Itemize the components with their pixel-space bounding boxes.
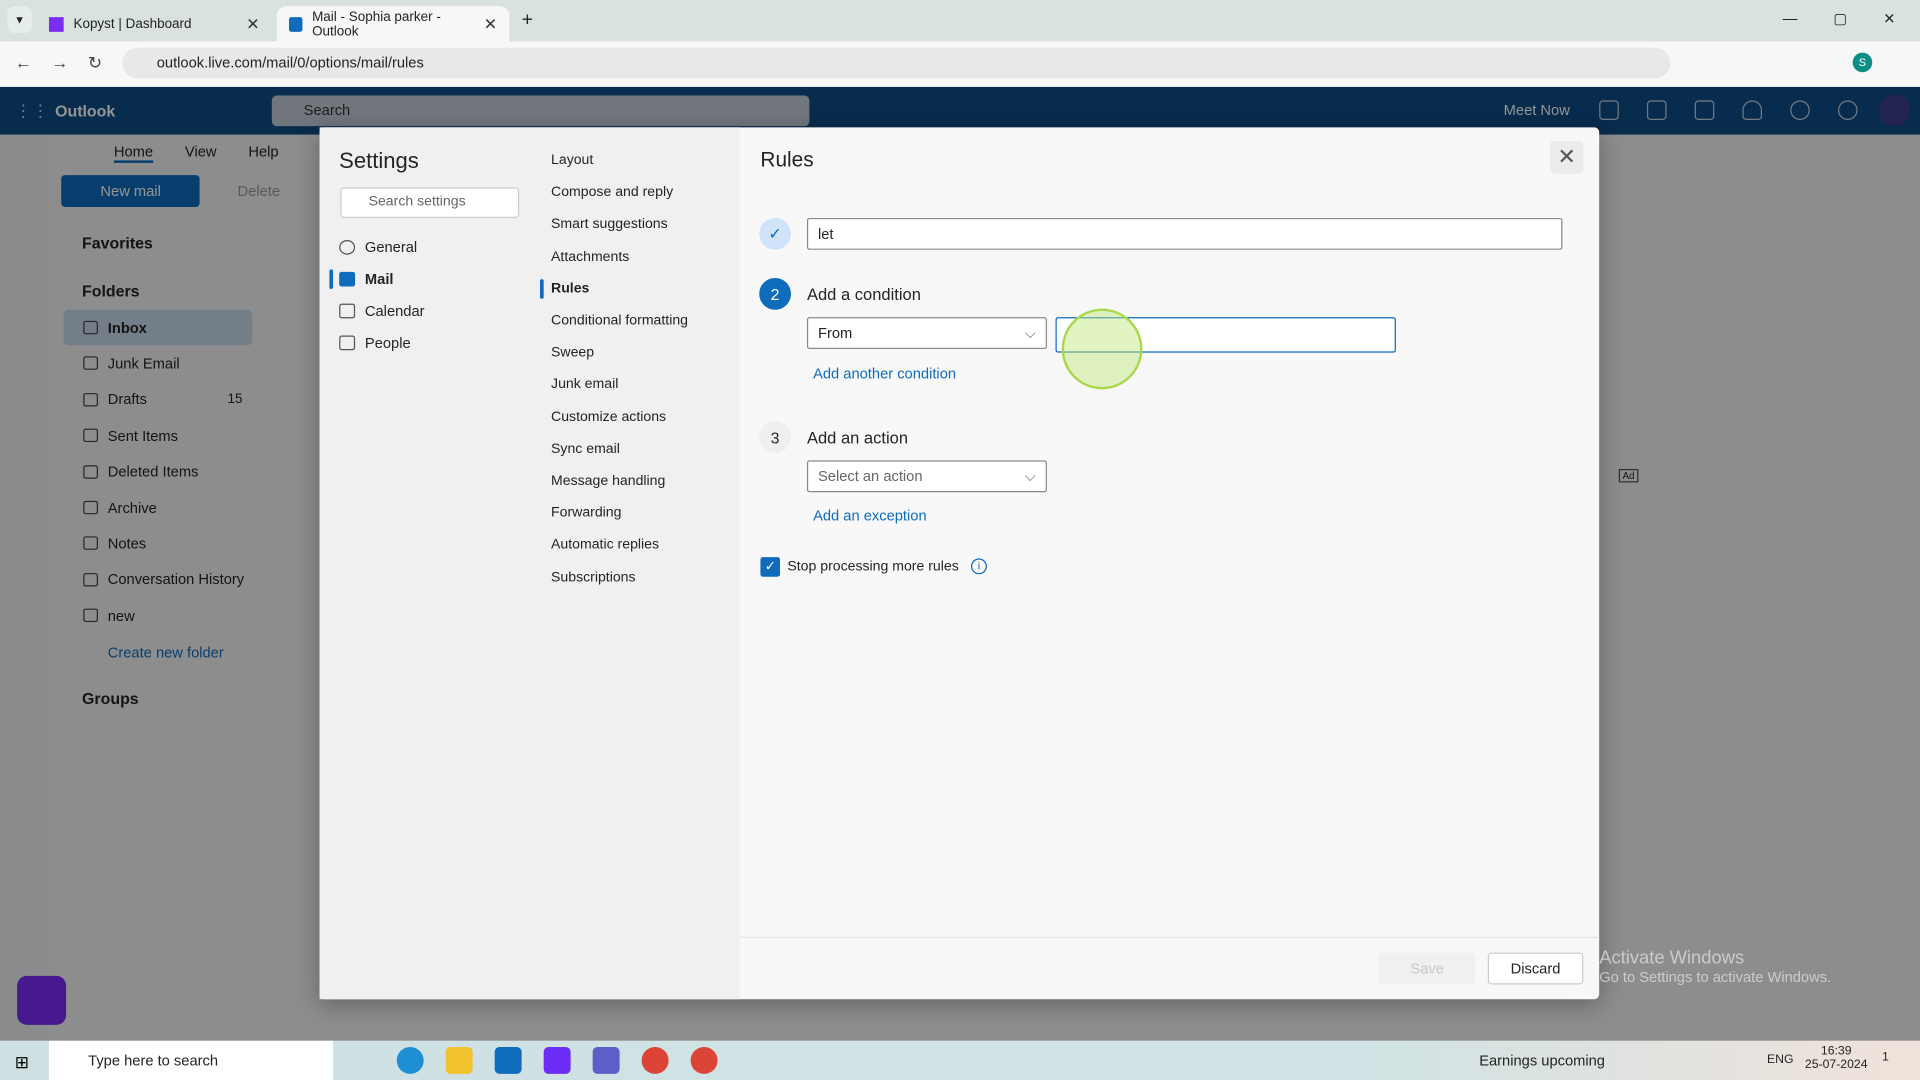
step2-label: Add a condition bbox=[806, 285, 921, 304]
tab-kopyst[interactable]: Kopyst | Dashboard ✕ bbox=[37, 6, 272, 42]
close-tab-icon[interactable]: ✕ bbox=[246, 14, 259, 34]
settings-category-people[interactable]: People bbox=[339, 328, 411, 357]
new-tab-button[interactable]: + bbox=[522, 10, 533, 32]
rules-title: Rules bbox=[760, 148, 814, 172]
settings-category-calendar[interactable]: Calendar bbox=[339, 296, 425, 325]
taskbar-search[interactable]: Type here to search bbox=[48, 1040, 334, 1080]
chrome-icon[interactable] bbox=[641, 1046, 669, 1074]
news-widget[interactable]: Earnings upcoming bbox=[1479, 1052, 1605, 1069]
settings-section-item[interactable]: Forwarding bbox=[551, 501, 621, 525]
calendar-icon bbox=[339, 303, 356, 319]
add-condition-link[interactable]: Add another condition bbox=[813, 365, 956, 382]
condition-select[interactable]: From ⌵ bbox=[806, 317, 1047, 349]
people-icon bbox=[339, 335, 356, 351]
info-icon[interactable]: i bbox=[971, 558, 987, 575]
settings-section-item[interactable]: Automatic replies bbox=[551, 533, 659, 557]
chrome-profile-icon[interactable] bbox=[690, 1046, 718, 1074]
save-button[interactable]: Save bbox=[1378, 952, 1476, 985]
window-controls[interactable]: — ▢ ✕ bbox=[1783, 10, 1896, 27]
settings-section-item[interactable]: Conditional formatting bbox=[551, 309, 688, 333]
settings-section-item[interactable]: Compose and reply bbox=[551, 180, 673, 204]
active-indicator bbox=[329, 269, 334, 289]
nav-buttons[interactable]: ← → ↻ bbox=[15, 53, 103, 74]
watermark: Activate Windows Go to Settings to activa… bbox=[1599, 947, 1832, 986]
notification-icon[interactable]: 1 bbox=[1882, 1051, 1889, 1064]
click-highlight bbox=[1061, 308, 1143, 390]
file-explorer-icon[interactable] bbox=[445, 1046, 473, 1074]
settings-section-item[interactable]: Rules bbox=[551, 276, 589, 300]
url-bar[interactable]: outlook.live.com/mail/0/options/mail/rul… bbox=[122, 47, 1671, 79]
stop-processing-label[interactable]: Stop processing more rules bbox=[787, 560, 958, 575]
settings-section-item[interactable]: Subscriptions bbox=[551, 565, 636, 589]
add-exception-link[interactable]: Add an exception bbox=[813, 507, 927, 524]
mail-icon bbox=[339, 271, 356, 287]
active-indicator bbox=[540, 278, 544, 299]
teams-taskbar-icon[interactable] bbox=[592, 1046, 620, 1074]
language-indicator[interactable]: ENG bbox=[1767, 1053, 1794, 1066]
settings-section-item[interactable]: Sync email bbox=[551, 437, 620, 461]
step3-label: Add an action bbox=[806, 428, 909, 447]
step2-badge: 2 bbox=[759, 277, 792, 310]
settings-category-mail[interactable]: Mail bbox=[339, 264, 393, 293]
step3-badge: 3 bbox=[759, 421, 792, 454]
start-button[interactable]: ⊞ bbox=[15, 1052, 29, 1073]
settings-section-item[interactable]: Customize actions bbox=[551, 405, 666, 429]
tab-outlook[interactable]: Mail - Sophia parker - Outlook ✕ bbox=[276, 6, 510, 42]
mail-app-icon[interactable] bbox=[494, 1046, 522, 1074]
close-tab-icon[interactable]: ✕ bbox=[484, 14, 497, 34]
action-select[interactable]: Select an action ⌵ bbox=[806, 460, 1047, 493]
kopyst-taskbar-icon[interactable] bbox=[543, 1046, 571, 1074]
chevron-down-icon: ⌵ bbox=[1024, 324, 1036, 342]
settings-section-item[interactable]: Junk email bbox=[551, 373, 618, 397]
step1-check-icon: ✓ bbox=[759, 217, 792, 250]
edge-icon[interactable] bbox=[396, 1046, 424, 1074]
settings-section-item[interactable]: Layout bbox=[551, 148, 593, 172]
settings-section-item[interactable]: Sweep bbox=[551, 341, 594, 365]
discard-button[interactable]: Discard bbox=[1487, 952, 1584, 985]
settings-dialog: Settings Search settings General Mail Cale… bbox=[319, 127, 1600, 1000]
settings-section-item[interactable]: Attachments bbox=[551, 244, 629, 268]
profile-avatar[interactable]: S bbox=[1852, 52, 1873, 73]
footer-divider bbox=[739, 936, 1600, 938]
outlook-icon bbox=[288, 16, 303, 32]
settings-search[interactable]: Search settings bbox=[340, 187, 520, 218]
chevron-down-icon: ⌵ bbox=[1024, 467, 1036, 485]
settings-title: Settings bbox=[339, 148, 419, 173]
rule-name-input[interactable]: let bbox=[806, 217, 1563, 250]
settings-section-item[interactable]: Smart suggestions bbox=[551, 212, 668, 236]
clock[interactable]: 16:39 25-07-2024 bbox=[1805, 1044, 1868, 1071]
kopyst-icon bbox=[48, 16, 64, 32]
tab-list-button[interactable]: ▼ bbox=[7, 6, 32, 34]
stop-processing-checkbox[interactable]: ✓ bbox=[760, 557, 781, 577]
gear-icon bbox=[339, 240, 356, 255]
settings-section-item[interactable]: Message handling bbox=[551, 469, 665, 493]
settings-category-general[interactable]: General bbox=[339, 233, 417, 262]
close-dialog-button[interactable]: ✕ bbox=[1550, 140, 1584, 174]
